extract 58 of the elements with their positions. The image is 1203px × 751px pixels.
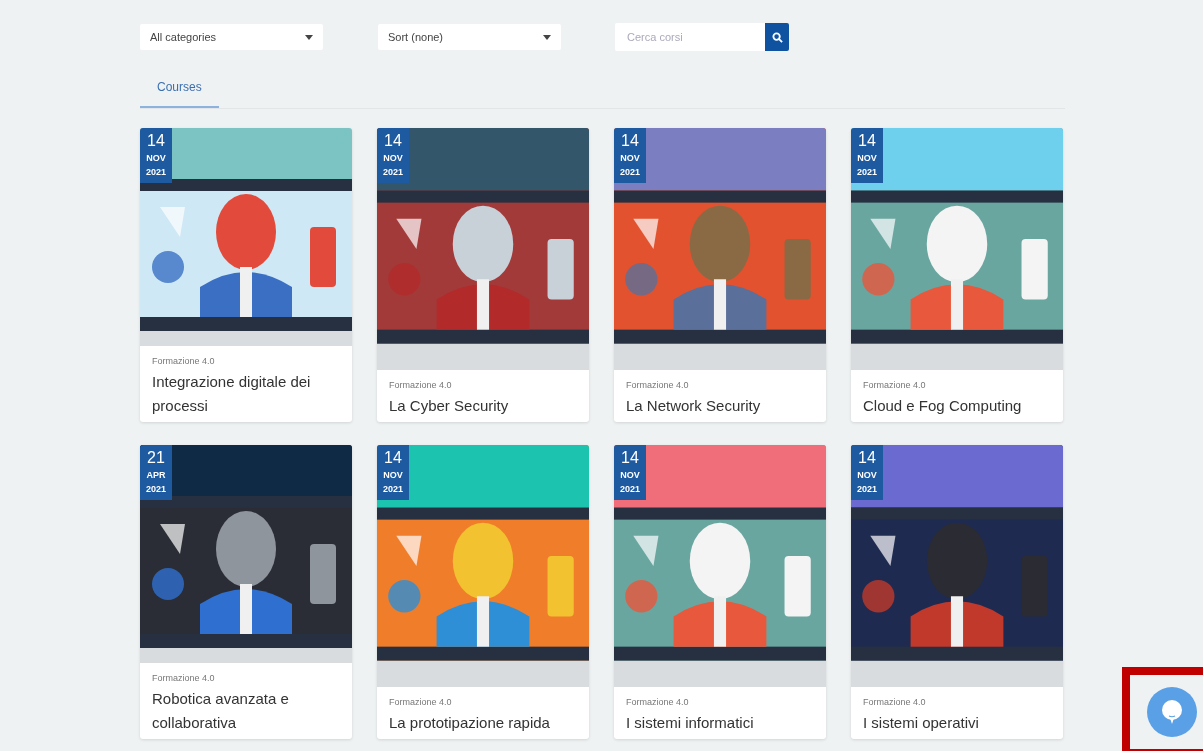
course-title[interactable]: La Cyber Security — [389, 394, 577, 418]
course-card[interactable]: 14 NOV 2021 Formazione 4.0 Integrazione digitale dei processi — [140, 128, 352, 422]
date-day: 14 — [621, 131, 639, 151]
course-category: Formazione 4.0 — [863, 380, 927, 390]
sort-dropdown[interactable]: Sort (none) — [378, 24, 561, 50]
date-month: NOV — [857, 152, 877, 165]
course-card[interactable]: 14 NOV 2021 Formazione 4.0 Cloud e Fog Computing — [851, 128, 1063, 422]
course-card[interactable]: 14 NOV 2021 Formazione 4.0 La prototipazione rapida — [377, 445, 589, 739]
date-month: NOV — [146, 152, 166, 165]
course-title[interactable]: Integrazione digitale dei processi — [152, 370, 340, 418]
date-year: 2021 — [620, 483, 640, 496]
course-title[interactable]: I sistemi informatici — [626, 711, 814, 735]
date-day: 14 — [621, 448, 639, 468]
course-title[interactable]: I sistemi operativi — [863, 711, 1051, 735]
course-card[interactable]: 14 NOV 2021 Formazione 4.0 La Cyber Security — [377, 128, 589, 422]
chat-button[interactable] — [1147, 687, 1197, 737]
course-category: Formazione 4.0 — [626, 380, 690, 390]
course-title[interactable]: La Network Security — [626, 394, 814, 418]
course-category: Formazione 4.0 — [626, 697, 690, 707]
date-month: NOV — [857, 469, 877, 482]
course-card[interactable]: 21 APR 2021 Formazione 4.0 Robotica avanzata e collaborativa — [140, 445, 352, 739]
course-category: Formazione 4.0 — [863, 697, 927, 707]
courses-tab[interactable]: Courses — [140, 72, 219, 108]
date-month: NOV — [620, 469, 640, 482]
category-dropdown[interactable]: All categories — [140, 24, 323, 50]
date-year: 2021 — [857, 483, 877, 496]
course-category: Formazione 4.0 — [152, 673, 216, 683]
course-card[interactable]: 14 NOV 2021 Formazione 4.0 I sistemi operativi — [851, 445, 1063, 739]
course-title[interactable]: La prototipazione rapida — [389, 711, 577, 735]
date-year: 2021 — [620, 166, 640, 179]
course-title[interactable]: Robotica avanzata e collaborativa — [152, 687, 340, 735]
date-year: 2021 — [383, 483, 403, 496]
course-category: Formazione 4.0 — [389, 380, 453, 390]
caret-icon — [305, 34, 313, 40]
date-month: NOV — [383, 469, 403, 482]
date-day: 14 — [858, 131, 876, 151]
chat-bubble-icon — [1160, 699, 1184, 725]
date-year: 2021 — [383, 166, 403, 179]
date-month: NOV — [383, 152, 403, 165]
caret-icon — [543, 34, 551, 40]
date-year: 2021 — [146, 166, 166, 179]
search-button[interactable] — [765, 23, 789, 51]
search-field[interactable]: Cerca corsi — [615, 23, 765, 51]
date-year: 2021 — [857, 166, 877, 179]
date-day: 21 — [147, 448, 165, 468]
course-category: Formazione 4.0 — [389, 697, 453, 707]
date-day: 14 — [384, 131, 402, 151]
date-day: 14 — [858, 448, 876, 468]
date-day: 14 — [147, 131, 165, 151]
date-year: 2021 — [146, 483, 166, 496]
course-card[interactable]: 14 NOV 2021 Formazione 4.0 La Network Security — [614, 128, 826, 422]
course-title[interactable]: Cloud e Fog Computing — [863, 394, 1051, 418]
course-category: Formazione 4.0 — [152, 356, 216, 366]
date-day: 14 — [384, 448, 402, 468]
search-icon — [771, 31, 783, 43]
course-card[interactable]: 14 NOV 2021 Formazione 4.0 I sistemi informatici — [614, 445, 826, 739]
date-month: NOV — [620, 152, 640, 165]
date-month: APR — [146, 469, 166, 482]
